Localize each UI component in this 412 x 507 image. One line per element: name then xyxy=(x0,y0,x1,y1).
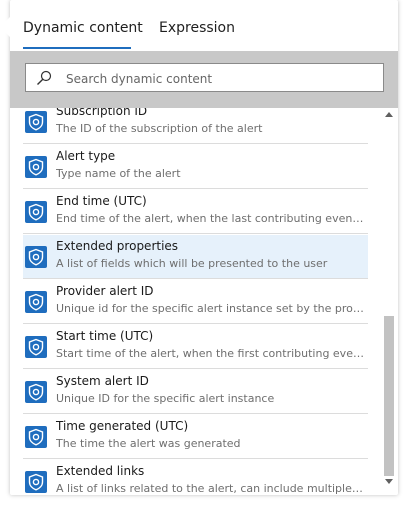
list-item-description: Unique ID for the specific alert instanc… xyxy=(56,392,275,405)
list-item-title: System alert ID xyxy=(56,374,149,388)
list-item-title: Time generated (UTC) xyxy=(56,419,189,433)
list-item-title: Start time (UTC) xyxy=(56,329,154,343)
list-item[interactable]: Extended properties A list of fields whic… xyxy=(23,235,368,279)
list-item-title: Extended links xyxy=(56,464,145,478)
list-item-description: Start time of the alert, when the first … xyxy=(56,347,366,360)
list-item[interactable]: Extended links A list of links related to… xyxy=(23,460,368,495)
list-item[interactable]: Alert type Type name of the alert xyxy=(23,145,368,189)
shield-icon xyxy=(25,471,47,493)
shield-icon xyxy=(25,336,47,358)
list-item[interactable]: Time generated (UTC) The time the alert w… xyxy=(23,415,368,459)
list-item-title: Alert type xyxy=(56,149,116,163)
search-input[interactable] xyxy=(64,68,368,90)
shield-icon xyxy=(25,201,47,223)
flyout-pointer xyxy=(0,17,10,37)
scrollbar[interactable] xyxy=(382,108,396,490)
dynamic-content-panel: Dynamic content Expression Subscription … xyxy=(10,0,398,495)
shield-icon xyxy=(25,111,47,133)
list-item[interactable]: Provider alert ID Unique id for the speci… xyxy=(23,280,368,324)
dynamic-content-list: Subscription ID The ID of the subscriptio… xyxy=(10,108,380,495)
list-item-description: Unique id for the specific alert instanc… xyxy=(56,302,366,315)
list-item-description: The ID of the subscription of the alert xyxy=(56,122,263,135)
list-item-title: Extended properties xyxy=(56,239,179,253)
tab-dynamic-content[interactable]: Dynamic content xyxy=(23,20,143,36)
shield-icon xyxy=(25,156,47,178)
list-item[interactable]: Start time (UTC) Start time of the alert,… xyxy=(23,325,368,369)
list-item-title: Provider alert ID xyxy=(56,284,154,298)
tab-bar: Dynamic content Expression xyxy=(10,0,398,51)
shield-icon xyxy=(25,426,47,448)
list-item[interactable]: End time (UTC) End time of the alert, whe… xyxy=(23,190,368,234)
scrollbar-thumb[interactable] xyxy=(384,316,394,476)
active-tab-indicator xyxy=(23,47,131,49)
tab-expression[interactable]: Expression xyxy=(159,20,235,36)
list-item-description: End time of the alert, when the last con… xyxy=(56,212,366,225)
search-box[interactable] xyxy=(25,63,384,92)
list-item-description: A list of links related to the alert, ca… xyxy=(56,482,366,495)
search-area xyxy=(10,51,398,108)
shield-icon xyxy=(25,291,47,313)
list-item[interactable]: System alert ID Unique ID for the specifi… xyxy=(23,370,368,414)
search-icon xyxy=(36,70,52,86)
shield-icon xyxy=(25,381,47,403)
list-item-title: End time (UTC) xyxy=(56,194,147,208)
list-item-title: Subscription ID xyxy=(56,108,148,118)
list-item[interactable]: Subscription ID The ID of the subscriptio… xyxy=(23,108,368,144)
list-item-description: A list of fields which will be presented… xyxy=(56,257,328,270)
scroll-down-arrow-icon[interactable] xyxy=(385,479,393,484)
list-item-description: The time the alert was generated xyxy=(56,437,241,450)
scroll-up-arrow-icon[interactable] xyxy=(385,112,393,117)
list-item-description: Type name of the alert xyxy=(56,167,181,180)
shield-icon xyxy=(25,246,47,268)
